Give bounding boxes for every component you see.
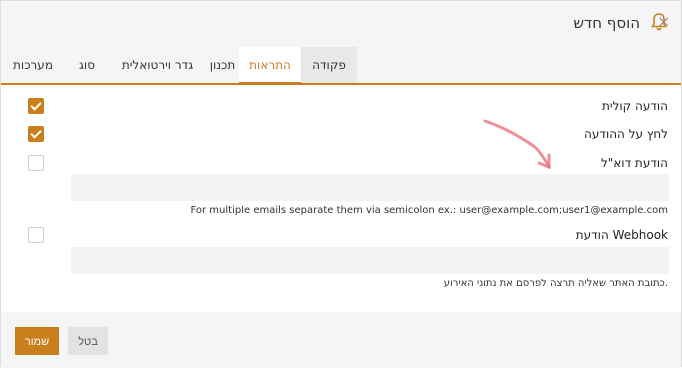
push-notification-label: לחץ על ההודעה [584,127,668,141]
tab-systems[interactable]: מערכות [1,47,65,83]
email-notification-checkbox[interactable] [28,155,44,171]
voice-notification-checkbox[interactable] [28,98,44,114]
webhook-notification-checkbox[interactable] [28,227,44,243]
add-new-dialog: × הוסף חדש פקודה התראות תכנון גדר וירטוא… [0,0,682,368]
tab-planning[interactable]: תכנון [206,47,239,83]
dialog-header: × הוסף חדש [1,1,681,47]
webhook-notification-label: הודעת Webhook [575,228,668,242]
tab-geofence[interactable]: גדר וירטואלית [109,47,206,83]
dialog-footer: שמור בטל [1,312,681,368]
push-notification-checkbox[interactable] [28,126,44,142]
dialog-title: הוסף חדש [573,14,640,32]
tab-command[interactable]: פקודה [301,47,357,83]
voice-notification-label: הודעה קולית [602,99,668,113]
webhook-input[interactable] [71,247,669,274]
email-hint: For multiple emails separate them via se… [190,205,669,216]
bell-icon [651,13,667,31]
tab-bar: פקודה התראות תכנון גדר וירטואלית סוג מער… [1,47,681,85]
tab-type[interactable]: סוג [65,47,109,83]
tab-notifications[interactable]: התראות [239,47,301,85]
save-button[interactable]: שמור [15,327,59,355]
cancel-button[interactable]: בטל [68,327,108,355]
arrow-annotation [483,119,551,170]
webhook-hint: כתובת האתר שאליה תרצה לפרסם את נתוני האי… [443,278,668,289]
email-input[interactable] [71,174,669,201]
email-notification-label: הודעת דוא"ל [600,156,668,170]
